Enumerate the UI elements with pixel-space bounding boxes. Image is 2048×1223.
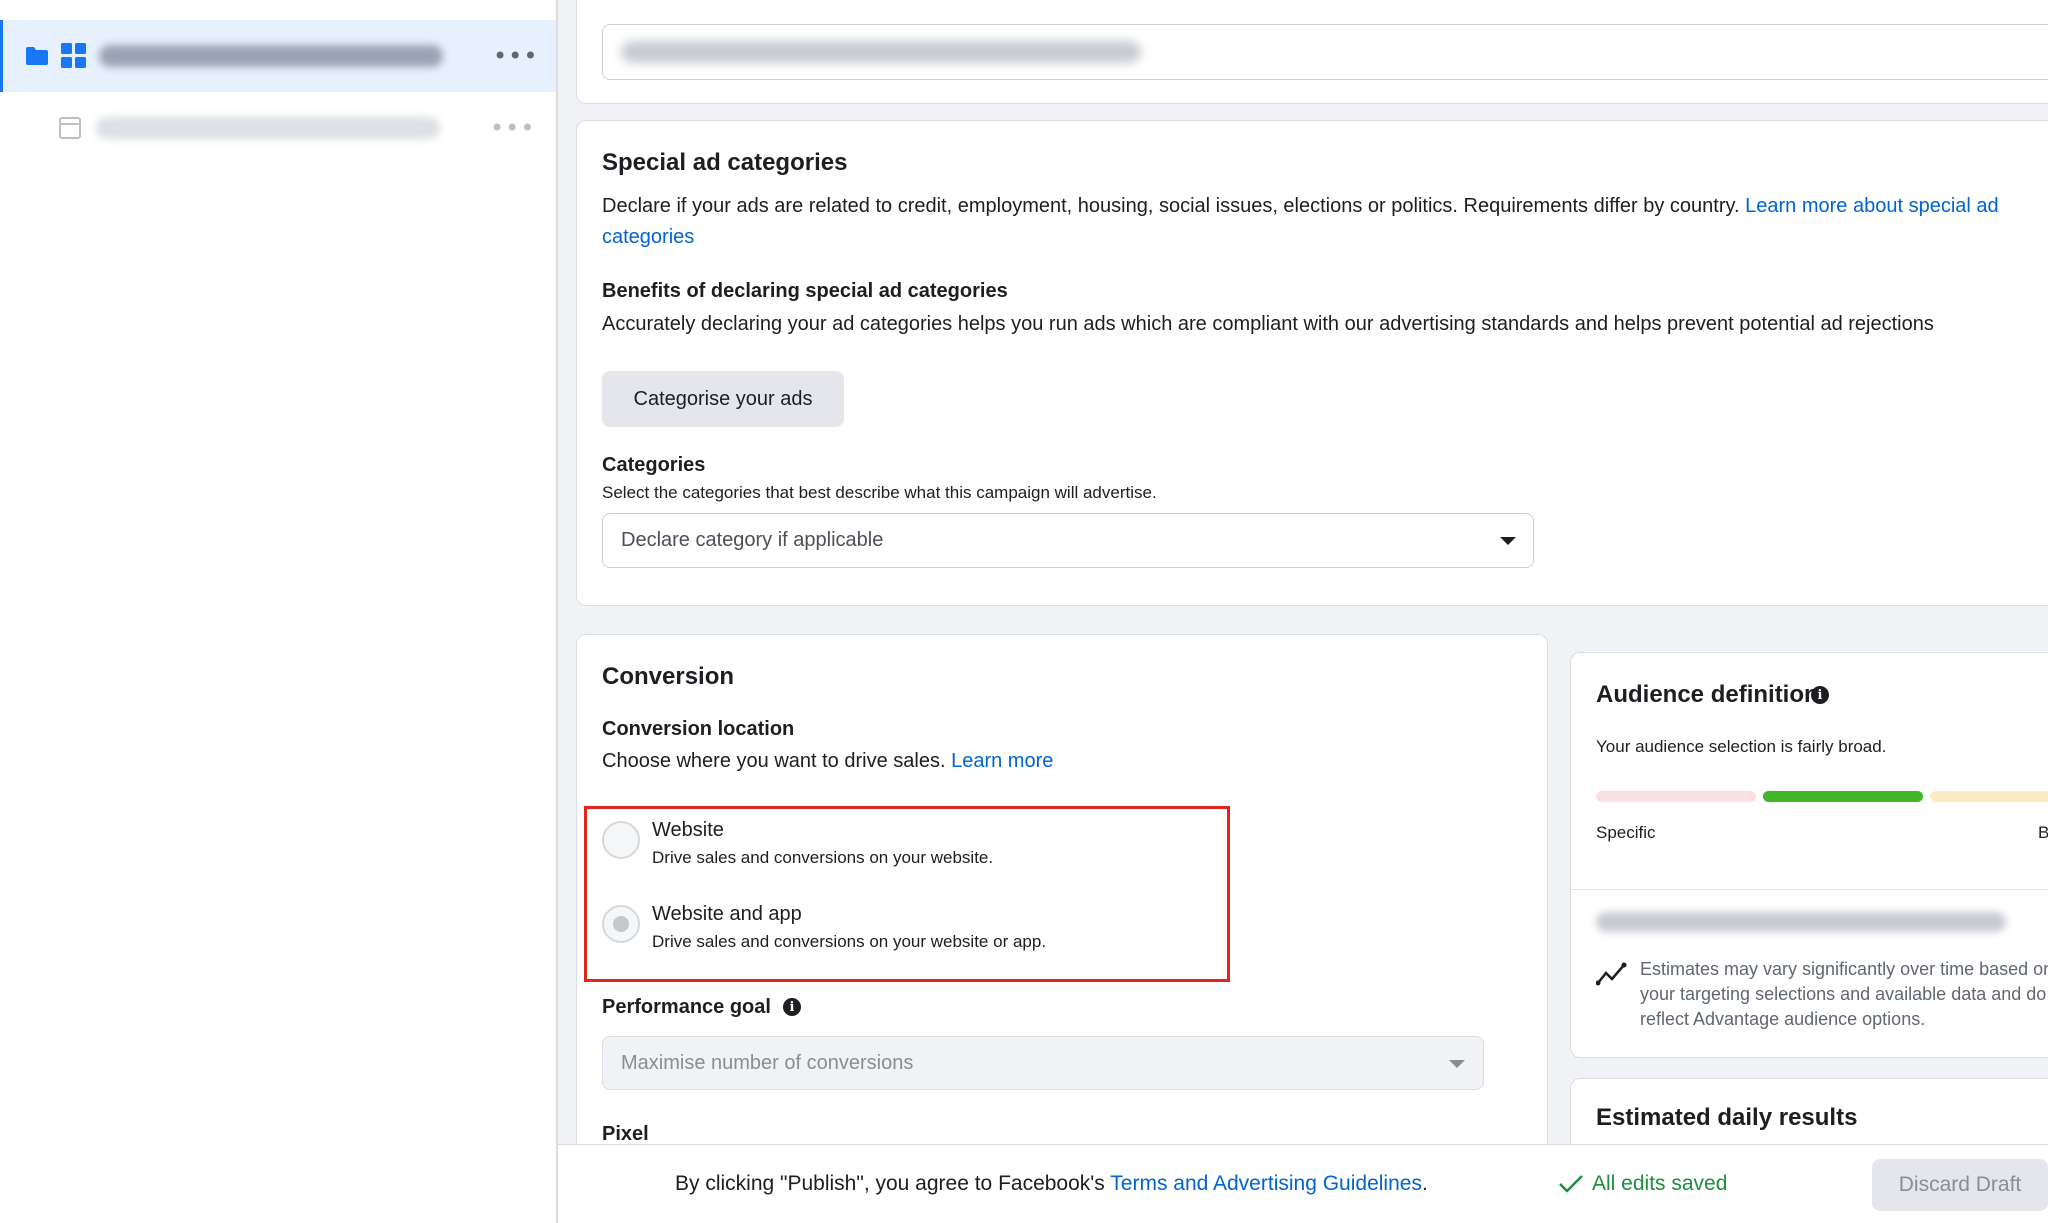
- performance-goal-select[interactable]: Maximise number of conversions: [602, 1036, 1484, 1090]
- caret-down-icon: [1449, 1060, 1465, 1068]
- conversion-location-help: Choose where you want to drive sales. Le…: [602, 750, 1054, 772]
- categories-select[interactable]: Declare category if applicable: [602, 513, 1534, 568]
- trend-icon: [1596, 962, 1627, 986]
- option-title: Website: [652, 819, 724, 841]
- meter-segment-active: [1763, 791, 1923, 802]
- pixel-label: Pixel: [602, 1123, 649, 1145]
- check-icon: [1559, 1175, 1583, 1193]
- tree-item-ad[interactable]: •••: [0, 92, 556, 164]
- radio-website-and-app[interactable]: [602, 905, 640, 943]
- publish-footer: By clicking "Publish", you agree to Face…: [558, 1144, 2048, 1223]
- grid-icon: [61, 43, 86, 68]
- estimated-audience-size-blurred: [1596, 912, 2006, 932]
- meter-label-left: Specific: [1596, 823, 1656, 842]
- option-desc: Drive sales and conversions on your webs…: [652, 932, 1047, 951]
- performance-goal-label: Performance goal: [602, 996, 771, 1018]
- divider: [1571, 889, 2048, 890]
- conversion-card: Conversion Conversion location Choose wh…: [576, 634, 1548, 1223]
- discard-draft-button[interactable]: Discard Draft: [1872, 1159, 2048, 1211]
- info-icon[interactable]: i: [1811, 686, 1829, 704]
- radio-website[interactable]: [602, 821, 640, 859]
- page-icon: [59, 117, 81, 139]
- campaign-tree-sidebar: ••• •••: [0, 0, 558, 1223]
- benefits-text: Accurately declaring your ad categories …: [602, 313, 1934, 335]
- categorise-ads-button[interactable]: Categorise your ads: [602, 371, 844, 427]
- categories-label: Categories: [602, 454, 706, 476]
- audience-title: Audience definition: [1596, 681, 1819, 708]
- terms-link[interactable]: Terms and Advertising Guidelines: [1110, 1172, 1422, 1195]
- folder-icon: [26, 47, 48, 65]
- meter-segment-specific: [1596, 791, 1756, 802]
- meter-label-right: B: [2038, 823, 2048, 842]
- radio-selected-dot: [613, 916, 629, 932]
- categories-help: Select the categories that best describe…: [602, 483, 1157, 502]
- more-options-icon[interactable]: •••: [490, 114, 535, 142]
- campaign-name-card: [576, 0, 2048, 104]
- ad-name-blurred: [96, 117, 440, 139]
- caret-down-icon: [1500, 537, 1516, 545]
- audience-status: Your audience selection is fairly broad.: [1596, 737, 1887, 756]
- estimates-note: Estimates may vary significantly over ti…: [1640, 959, 2048, 1029]
- special-ad-description: Declare if your ads are related to credi…: [602, 195, 1999, 248]
- estimated-daily-title: Estimated daily results: [1596, 1104, 1858, 1131]
- special-ad-categories-card: Special ad categories Declare if your ad…: [576, 120, 2048, 606]
- campaign-name-blurred: [99, 45, 443, 67]
- conversion-title: Conversion: [602, 663, 735, 690]
- info-icon[interactable]: i: [783, 998, 801, 1016]
- save-status: All edits saved: [1558, 1172, 1727, 1196]
- audience-definition-card: Audience definition i Your audience sele…: [1570, 652, 2048, 1058]
- section-title: Special ad categories: [602, 149, 848, 176]
- more-options-icon[interactable]: •••: [493, 42, 538, 70]
- meter-segment-broad: [1930, 791, 2048, 802]
- option-title: Website and app: [652, 903, 802, 925]
- campaign-name-blurred: [621, 41, 1141, 63]
- publish-agreement: By clicking "Publish", you agree to Face…: [675, 1172, 1428, 1195]
- tree-item-campaign[interactable]: •••: [0, 20, 556, 92]
- conversion-location-label: Conversion location: [602, 718, 795, 740]
- option-desc: Drive sales and conversions on your webs…: [652, 848, 994, 867]
- benefits-title: Benefits of declaring special ad categor…: [602, 280, 1008, 302]
- learn-more-link[interactable]: Learn more: [951, 750, 1053, 772]
- campaign-name-input[interactable]: [602, 24, 2048, 80]
